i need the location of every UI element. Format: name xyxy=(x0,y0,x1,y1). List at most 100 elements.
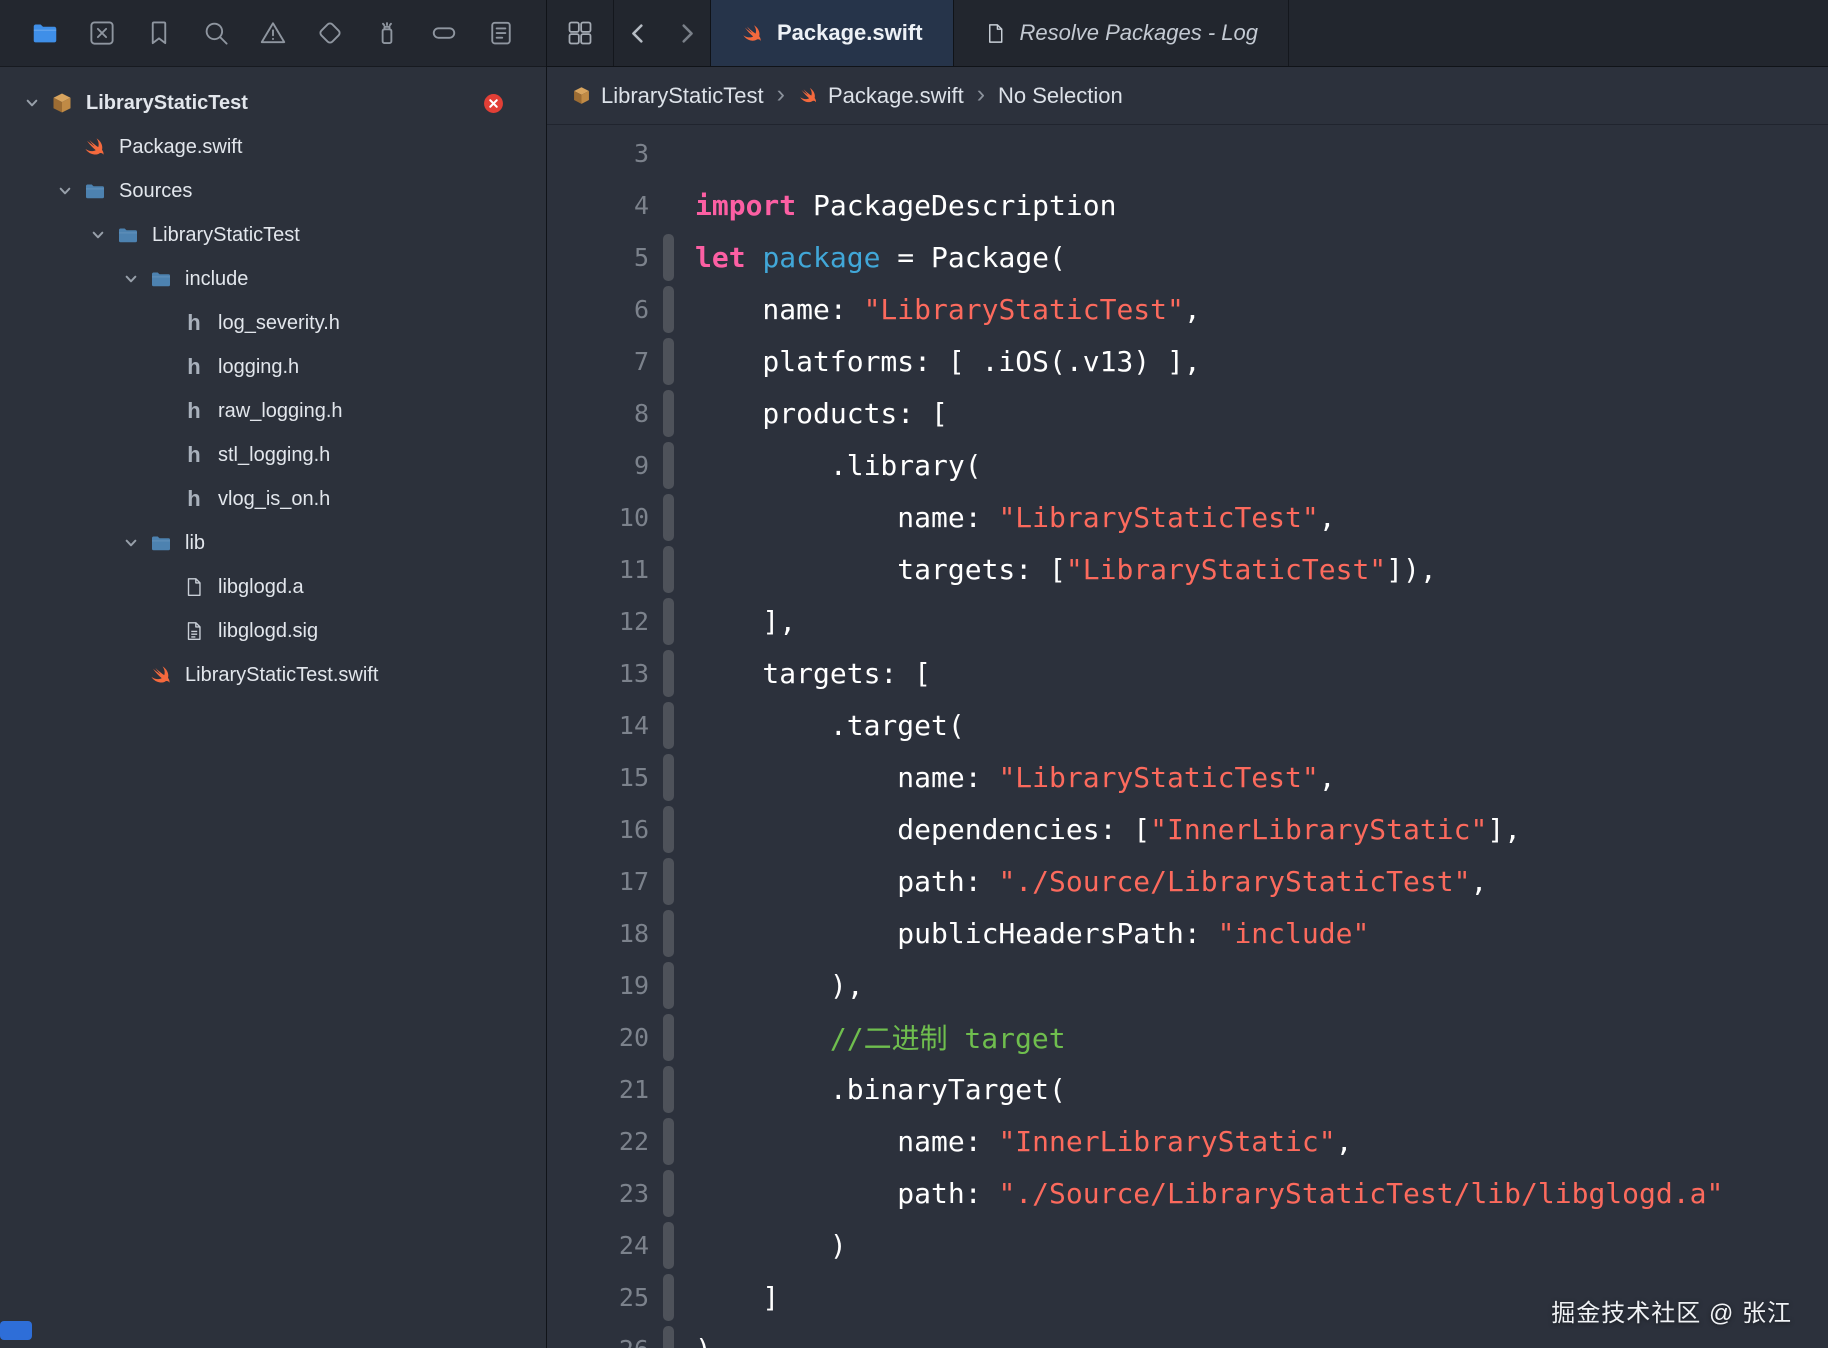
line-number: 13 xyxy=(618,658,649,688)
code-token: ) xyxy=(695,1333,712,1348)
code-line-text[interactable]: targets: [ xyxy=(678,657,931,690)
line-number: 11 xyxy=(618,554,649,584)
change-bar xyxy=(663,335,678,387)
reports-icon[interactable] xyxy=(482,14,520,52)
tree-item[interactable]: libglogd.sig xyxy=(0,609,546,653)
code-token: import xyxy=(695,188,797,222)
code-line-text[interactable]: .binaryTarget( xyxy=(678,1073,1066,1106)
code-line-text[interactable]: .library( xyxy=(678,449,982,482)
search-icon[interactable] xyxy=(197,14,235,52)
code-line-text[interactable]: ), xyxy=(678,969,864,1002)
back-button[interactable] xyxy=(614,0,662,66)
code-line: 19 ), xyxy=(547,959,1828,1011)
disclosure-chevron-icon[interactable] xyxy=(84,227,112,243)
code-line-text[interactable]: path: "./Source/LibraryStaticTest/lib/li… xyxy=(678,1177,1723,1210)
breadcrumb-item[interactable]: Package.swift xyxy=(798,83,964,109)
breadcrumb-item[interactable]: LibraryStaticTest xyxy=(571,83,764,109)
code-line-text[interactable]: name: "LibraryStaticTest", xyxy=(678,760,1336,794)
debug-icon[interactable] xyxy=(368,14,406,52)
tree-item[interactable]: Sources xyxy=(0,169,546,213)
code-token: "LibraryStaticTest" xyxy=(863,292,1184,326)
code-line: 10 name: "LibraryStaticTest", xyxy=(547,491,1828,543)
forward-button[interactable] xyxy=(662,0,710,66)
tree-item[interactable]: LibraryStaticTest xyxy=(0,213,546,257)
code-line-text[interactable]: products: [ xyxy=(678,397,947,430)
folder-icon xyxy=(145,531,177,555)
code-line-text[interactable]: ] xyxy=(678,1281,779,1314)
tree-item[interactable]: lib xyxy=(0,521,546,565)
line-number: 6 xyxy=(633,294,649,324)
change-bar xyxy=(663,1115,678,1167)
code-line-text[interactable]: ], xyxy=(678,605,796,638)
code-line-text[interactable]: name: "LibraryStaticTest", xyxy=(678,501,1335,534)
code-line-text[interactable]: targets: ["LibraryStaticTest"]), xyxy=(678,553,1436,586)
code-token: , xyxy=(1335,1124,1353,1158)
code-line-text[interactable]: platforms: [ .iOS(.v13) ], xyxy=(678,345,1200,378)
tree-item[interactable]: h vlog_is_on.h xyxy=(0,477,546,521)
tree-item[interactable]: LibraryStaticTest.swift xyxy=(0,653,546,697)
code-line-text[interactable]: publicHeadersPath: "include" xyxy=(678,917,1369,950)
line-number: 14 xyxy=(618,710,649,740)
tab-label: Resolve Packages - Log xyxy=(1019,20,1258,45)
jump-bar: LibraryStaticTest › Package.swift › No Selec… xyxy=(547,67,1828,125)
tab-package-swift[interactable]: Package.swift xyxy=(710,0,954,66)
code-line-text[interactable]: name: "LibraryStaticTest", xyxy=(678,292,1200,326)
tree-item[interactable]: h log_severity.h xyxy=(0,301,546,345)
code-line-text[interactable]: dependencies: ["InnerLibraryStatic"], xyxy=(678,813,1521,846)
code-token: ) xyxy=(695,1228,847,1262)
header-icon: h xyxy=(187,442,201,467)
line-number: 20 xyxy=(618,1022,649,1052)
tree-item[interactable]: LibraryStaticTest xyxy=(0,81,546,125)
doc-icon xyxy=(178,576,210,598)
issues-icon[interactable] xyxy=(254,14,292,52)
line-number: 3 xyxy=(633,138,649,168)
code-token: ], xyxy=(695,604,797,638)
code-line-text[interactable]: ) xyxy=(678,1333,712,1348)
tab-resolve-packages-log[interactable]: Resolve Packages - Log xyxy=(954,0,1289,66)
line-number: 22 xyxy=(618,1126,649,1156)
code-line-text[interactable]: let package = Package( xyxy=(678,241,1066,274)
change-bar xyxy=(663,595,678,647)
file-tree: LibraryStaticTest Package.swift Sources Lib… xyxy=(0,67,546,1348)
change-bar xyxy=(663,387,678,439)
tree-item[interactable]: h logging.h xyxy=(0,345,546,389)
disclosure-chevron-icon[interactable] xyxy=(117,535,145,551)
code-line: 3 xyxy=(547,127,1828,179)
change-bar xyxy=(663,699,678,751)
project-navigator-icon[interactable] xyxy=(26,14,64,52)
disclosure-chevron-icon[interactable] xyxy=(117,271,145,287)
code-line: 9 .library( xyxy=(547,439,1828,491)
code-line-text[interactable]: //二进制 target xyxy=(678,1017,1066,1057)
tests-icon[interactable] xyxy=(311,14,349,52)
disclosure-chevron-icon[interactable] xyxy=(51,183,79,199)
code-line-text[interactable]: import PackageDescription xyxy=(678,189,1116,222)
tree-item-label: stl_logging.h xyxy=(218,443,331,466)
breadcrumb-item[interactable]: No Selection xyxy=(998,83,1123,109)
change-bar xyxy=(663,543,678,595)
code-editor[interactable]: 3 4 import PackageDescription 5 let package … xyxy=(547,125,1828,1348)
code-token: , xyxy=(1318,760,1336,794)
code-line-text[interactable]: name: "InnerLibraryStatic", xyxy=(678,1125,1352,1158)
code-line-text[interactable]: path: "./Source/LibraryStaticTest", xyxy=(678,865,1487,898)
editor-tab-bar: Package.swift Resolve Packages - Log xyxy=(547,0,1828,67)
editor-layout-button[interactable] xyxy=(547,0,614,66)
tree-item[interactable]: libglogd.a xyxy=(0,565,546,609)
tree-item[interactable]: h stl_logging.h xyxy=(0,433,546,477)
change-bar-empty xyxy=(663,179,678,231)
source-control-icon[interactable] xyxy=(83,14,121,52)
change-bar-empty xyxy=(663,127,678,179)
tree-item[interactable]: include xyxy=(0,257,546,301)
code-token: ), xyxy=(695,968,864,1002)
line-number: 5 xyxy=(633,242,649,272)
bookmark-icon[interactable] xyxy=(140,14,178,52)
breakpoints-icon[interactable] xyxy=(425,14,463,52)
code-line-text[interactable]: ) xyxy=(678,1229,847,1262)
tree-item[interactable]: Package.swift xyxy=(0,125,546,169)
tree-item[interactable]: h raw_logging.h xyxy=(0,389,546,433)
disclosure-chevron-icon[interactable] xyxy=(18,95,46,111)
code-line-text[interactable]: .target( xyxy=(678,709,965,742)
line-number: 25 xyxy=(618,1282,649,1312)
change-bar xyxy=(663,283,678,335)
line-number: 7 xyxy=(633,346,649,376)
error-badge-icon[interactable] xyxy=(483,93,504,114)
